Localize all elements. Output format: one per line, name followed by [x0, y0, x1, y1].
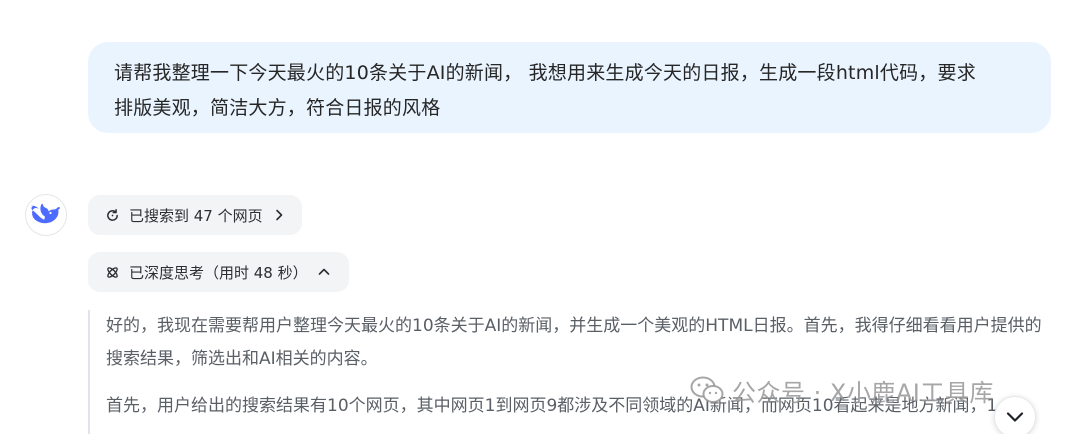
thinking-status-label: 已深度思考（用时 48 秒）	[129, 263, 308, 282]
chat-view: 请帮我整理一下今天最火的10条关于AI的新闻， 我想用来生成今天的日报，生成一段…	[0, 0, 1080, 434]
scroll-to-bottom-button[interactable]	[994, 396, 1036, 434]
thinking-paragraph-1: 好的，我现在需要帮用户整理今天最火的10条关于AI的新闻，并生成一个美观的HTM…	[106, 316, 1042, 369]
thinking-paragraph-2: 首先，用户给出的搜索结果有10个网页，其中网页1到网页9都涉及不同领域的AI新闻…	[106, 396, 998, 416]
search-status-label: 已搜索到 47 个网页	[129, 206, 263, 225]
whale-logo-icon	[31, 203, 61, 224]
thinking-content: 好的，我现在需要帮用户整理今天最火的10条关于AI的新闻，并生成一个美观的HTM…	[88, 310, 1058, 434]
user-message-line-1: 请帮我整理一下今天最火的10条关于AI的新闻， 我想用来生成今天的日报，生成一段…	[114, 62, 976, 84]
chevron-down-icon	[1006, 412, 1024, 422]
user-message-bubble: 请帮我整理一下今天最火的10条关于AI的新闻， 我想用来生成今天的日报，生成一段…	[88, 42, 1051, 133]
search-refresh-icon	[104, 207, 120, 223]
search-results-toggle[interactable]: 已搜索到 47 个网页	[88, 195, 302, 235]
assistant-avatar	[25, 194, 67, 236]
deep-think-toggle[interactable]: 已深度思考（用时 48 秒）	[88, 252, 349, 292]
chevron-up-icon	[318, 266, 330, 278]
chevron-right-icon	[273, 209, 285, 221]
user-message-line-2: 排版美观，简洁大方，符合日报的风格	[114, 97, 441, 119]
deep-think-icon	[104, 264, 120, 280]
